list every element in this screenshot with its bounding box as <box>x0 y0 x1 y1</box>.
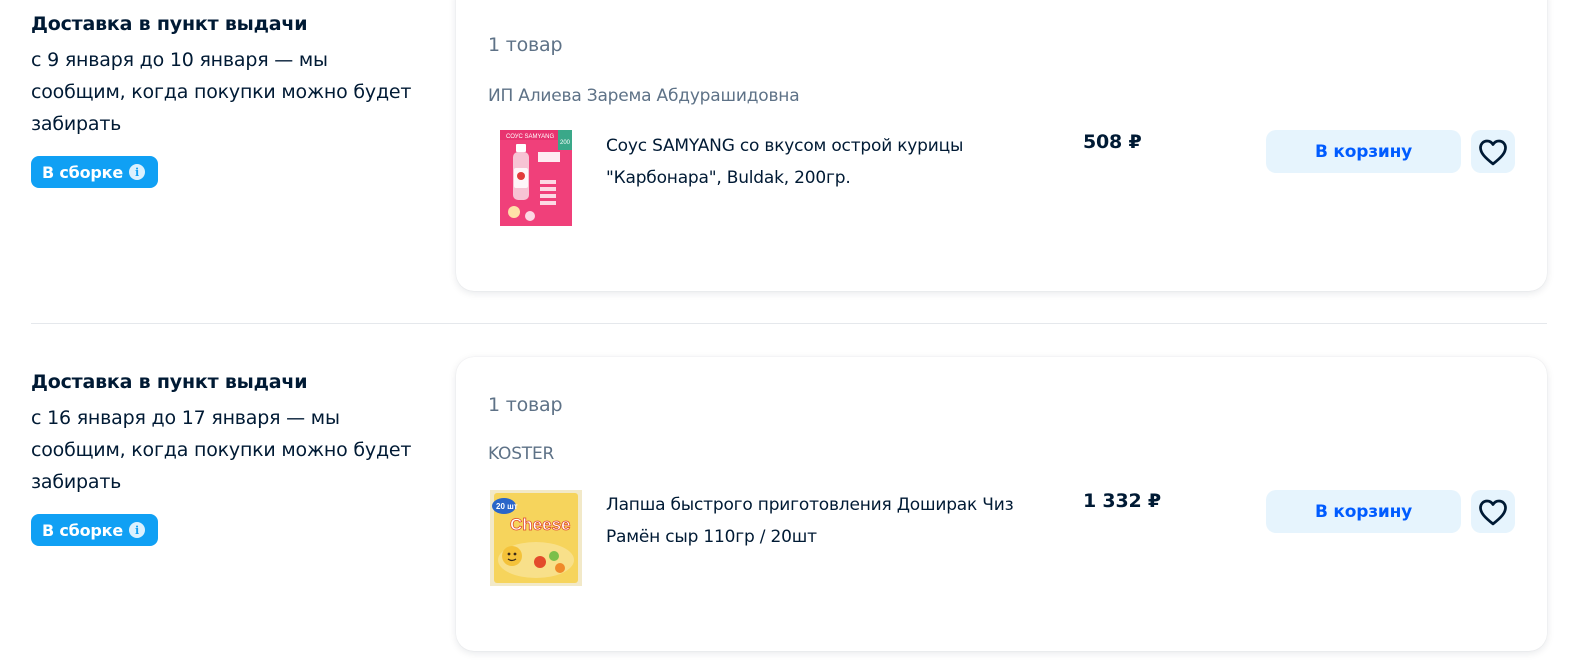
item-count: 1 товар <box>488 394 563 416</box>
product-image[interactable]: 20 шт Cheese <box>490 490 582 586</box>
status-badge-label: В сборке <box>42 520 123 540</box>
svg-text:20 шт: 20 шт <box>496 502 518 511</box>
add-to-cart-button[interactable]: В корзину <box>1266 490 1461 533</box>
noodle-pack-image: 20 шт Cheese <box>490 490 582 586</box>
product-price: 1 332 ₽ <box>1083 490 1161 512</box>
delivery-group: Доставка в пункт выдачи с 16 января до 1… <box>0 324 1575 669</box>
product-name[interactable]: Лапша быстрого приготовления Доширак Чиз… <box>606 489 1026 553</box>
product-name[interactable]: Соус SAMYANG со вкусом острой курицы "Ка… <box>606 130 1026 194</box>
heart-icon <box>1479 499 1507 525</box>
delivery-dates: с 9 января до 10 января — мы сообщим, ко… <box>31 49 412 135</box>
order-card: 1 товар ИП Алиева Зарема Абдурашидовна С… <box>456 0 1547 291</box>
info-icon[interactable]: i <box>128 164 145 180</box>
status-badge[interactable]: В сборке i <box>31 156 158 188</box>
delivery-dates: с 16 января до 17 января — мы сообщим, к… <box>31 407 412 493</box>
heart-icon <box>1479 139 1507 165</box>
add-to-cart-button[interactable]: В корзину <box>1266 130 1461 173</box>
delivery-title: Доставка в пункт выдачи <box>31 13 308 35</box>
delivery-title: Доставка в пункт выдачи <box>31 371 308 393</box>
status-badge[interactable]: В сборке i <box>31 514 158 546</box>
svg-text:СОУС SAMYANG: СОУС SAMYANG <box>506 134 554 140</box>
favorite-button[interactable] <box>1471 490 1515 533</box>
status-badge-label: В сборке <box>42 162 123 182</box>
delivery-group: Доставка в пункт выдачи с 9 января до 10… <box>0 0 1575 324</box>
order-card: 1 товар KOSTER 20 шт Cheese Лапша быстро… <box>456 357 1547 651</box>
seller-name[interactable]: ИП Алиева Зарема Абдурашидовна <box>488 86 800 106</box>
product-image[interactable]: СОУС SAMYANG 200 <box>500 130 572 226</box>
delivery-info: Доставка в пункт выдачи с 9 января до 10… <box>31 12 431 188</box>
delivery-info: Доставка в пункт выдачи с 16 января до 1… <box>31 370 431 546</box>
order-delivery-list: Доставка в пункт выдачи с 9 января до 10… <box>0 0 1575 669</box>
svg-text:200: 200 <box>560 140 571 146</box>
item-count: 1 товар <box>488 34 563 56</box>
sauce-bottle-image: СОУС SAMYANG 200 <box>500 130 572 226</box>
product-price: 508 ₽ <box>1083 131 1142 153</box>
favorite-button[interactable] <box>1471 130 1515 173</box>
seller-name[interactable]: KOSTER <box>488 444 554 464</box>
info-icon[interactable]: i <box>128 522 145 538</box>
svg-text:Cheese: Cheese <box>510 515 570 534</box>
